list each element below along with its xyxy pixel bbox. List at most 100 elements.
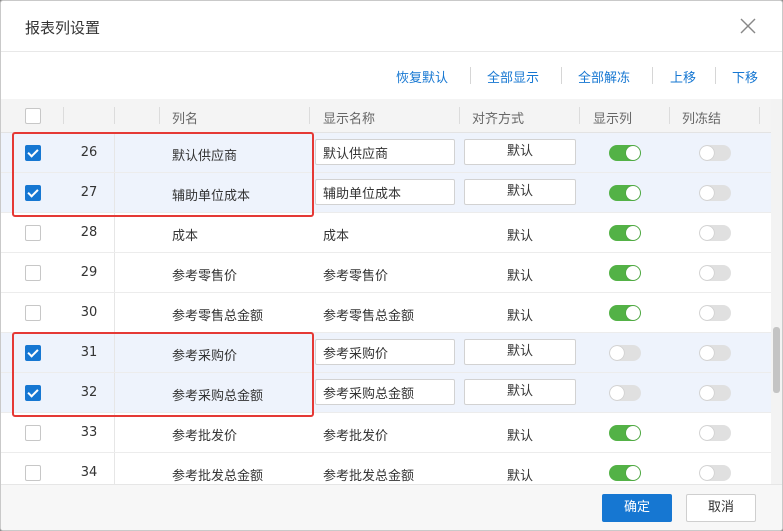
show-column-toggle[interactable] xyxy=(609,385,641,401)
table-row[interactable]: 31 参考采购价 默认 xyxy=(1,333,771,373)
show-all-button[interactable]: 全部显示 xyxy=(487,67,539,86)
row-checkbox[interactable] xyxy=(25,305,41,321)
freeze-column-toggle[interactable] xyxy=(699,385,731,401)
alignment-value: 默认 xyxy=(506,309,533,324)
table-row[interactable]: 30 参考零售总金额 参考零售总金额 默认 xyxy=(1,293,771,333)
alignment-value: 默认 xyxy=(506,229,533,244)
scrollbar-track[interactable] xyxy=(771,99,782,484)
show-column-toggle[interactable] xyxy=(609,225,641,241)
close-icon[interactable] xyxy=(739,17,757,35)
header-display-name: 显示名称 xyxy=(323,112,376,127)
toggle-knob xyxy=(626,266,640,280)
table-header: 列名 显示名称 对齐方式 显示列 列冻结 xyxy=(1,99,771,133)
show-column-toggle[interactable] xyxy=(609,265,641,281)
row-number: 26 xyxy=(80,145,98,160)
row-checkbox[interactable] xyxy=(25,225,41,241)
toolbar: 恢复默认 全部显示 全部解冻 上移 下移 xyxy=(1,52,782,98)
row-checkbox[interactable] xyxy=(25,265,41,281)
alignment-select[interactable]: 默认 xyxy=(464,339,576,365)
alignment-select[interactable]: 默认 xyxy=(464,379,576,405)
toggle-knob xyxy=(626,466,640,480)
column-name: 辅助单位成本 xyxy=(172,189,251,204)
toggle-knob xyxy=(700,146,714,160)
row-checkbox[interactable] xyxy=(25,465,41,481)
row-checkbox[interactable] xyxy=(25,345,41,361)
freeze-column-toggle[interactable] xyxy=(699,185,731,201)
table-row[interactable]: 32 参考采购总金额 默认 xyxy=(1,373,771,413)
freeze-column-toggle[interactable] xyxy=(699,425,731,441)
display-name-input[interactable] xyxy=(315,139,455,165)
alignment-value: 默认 xyxy=(506,269,533,284)
column-name: 参考零售价 xyxy=(172,269,238,284)
freeze-column-toggle[interactable] xyxy=(699,345,731,361)
table-row[interactable]: 29 参考零售价 参考零售价 默认 xyxy=(1,253,771,293)
header-freeze-column: 列冻结 xyxy=(682,112,722,127)
row-checkbox[interactable] xyxy=(25,185,41,201)
header-alignment: 对齐方式 xyxy=(472,112,525,127)
toggle-knob xyxy=(610,386,624,400)
display-name-input[interactable] xyxy=(315,339,455,365)
cancel-button[interactable]: 取消 xyxy=(686,494,756,522)
row-checkbox[interactable] xyxy=(25,425,41,441)
show-column-toggle[interactable] xyxy=(609,305,641,321)
select-all-checkbox[interactable] xyxy=(25,108,41,124)
show-column-toggle[interactable] xyxy=(609,345,641,361)
header-divider xyxy=(63,107,64,124)
toggle-knob xyxy=(626,306,640,320)
column-name: 参考零售总金额 xyxy=(172,309,264,324)
show-column-toggle[interactable] xyxy=(609,145,641,161)
header-column-name: 列名 xyxy=(172,112,199,127)
restore-default-button[interactable]: 恢复默认 xyxy=(396,67,448,86)
freeze-column-toggle[interactable] xyxy=(699,145,731,161)
freeze-column-toggle[interactable] xyxy=(699,465,731,481)
header-divider xyxy=(579,107,580,124)
toggle-knob xyxy=(700,466,714,480)
column-name: 参考批发价 xyxy=(172,429,238,444)
table-row[interactable]: 28 成本 成本 默认 xyxy=(1,213,771,253)
show-column-toggle[interactable] xyxy=(609,425,641,441)
column-name: 成本 xyxy=(172,229,199,244)
dialog-footer: 确定 取消 xyxy=(1,484,782,530)
alignment-select[interactable]: 默认 xyxy=(464,179,576,205)
freeze-column-toggle[interactable] xyxy=(699,305,731,321)
alignment-value: 默认 xyxy=(506,469,533,484)
move-up-button[interactable]: 上移 xyxy=(670,67,696,86)
move-down-button[interactable]: 下移 xyxy=(732,67,758,86)
confirm-button[interactable]: 确定 xyxy=(602,494,672,522)
header-divider xyxy=(669,107,670,124)
dialog-title-bar: 报表列设置 xyxy=(1,1,782,52)
column-table: 列名 显示名称 对齐方式 显示列 列冻结 26默认供应商默认27辅助单位成本默认… xyxy=(1,99,771,484)
row-checkbox[interactable] xyxy=(25,385,41,401)
show-column-toggle[interactable] xyxy=(609,465,641,481)
header-show-column: 显示列 xyxy=(593,112,633,127)
table-row[interactable]: 33 参考批发价 参考批发价 默认 xyxy=(1,413,771,453)
column-name: 参考采购价 xyxy=(172,349,238,364)
display-name-input[interactable] xyxy=(315,179,455,205)
table-row[interactable]: 34 参考批发总金额 参考批发总金额 默认 xyxy=(1,453,771,484)
header-divider xyxy=(159,107,160,124)
alignment-select[interactable]: 默认 xyxy=(464,139,576,165)
display-name-input[interactable] xyxy=(315,379,455,405)
toolbar-divider xyxy=(561,67,562,84)
freeze-column-toggle[interactable] xyxy=(699,265,731,281)
row-number: 30 xyxy=(80,305,98,320)
column-settings-dialog: 报表列设置 恢复默认 全部显示 全部解冻 上移 下移 列名 显示名称 对齐方式 … xyxy=(0,0,783,531)
header-divider xyxy=(309,107,310,124)
table-row[interactable]: 26 默认供应商 默认 xyxy=(1,133,771,173)
unfreeze-all-button[interactable]: 全部解冻 xyxy=(578,67,630,86)
row-checkbox[interactable] xyxy=(25,145,41,161)
toggle-knob xyxy=(700,266,714,280)
row-number: 32 xyxy=(80,385,98,400)
freeze-column-toggle[interactable] xyxy=(699,225,731,241)
table-row[interactable]: 27 辅助单位成本 默认 xyxy=(1,173,771,213)
column-name: 参考采购总金额 xyxy=(172,389,264,404)
toggle-knob xyxy=(626,426,640,440)
row-number: 31 xyxy=(80,345,98,360)
toggle-knob xyxy=(700,226,714,240)
header-divider xyxy=(459,107,460,124)
show-column-toggle[interactable] xyxy=(609,185,641,201)
toggle-knob xyxy=(700,426,714,440)
row-number: 29 xyxy=(80,265,98,280)
scrollbar-thumb[interactable] xyxy=(773,327,780,393)
header-divider xyxy=(114,107,115,124)
